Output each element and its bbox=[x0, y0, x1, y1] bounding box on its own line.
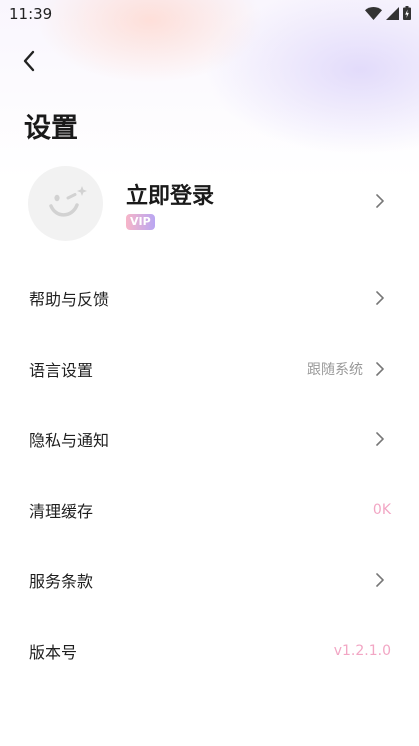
status-icons bbox=[365, 6, 411, 20]
menu-item-privacy-notifications[interactable]: 隐私与通知 bbox=[0, 404, 419, 474]
login-profile-row[interactable]: 立即登录 VIP bbox=[0, 162, 419, 246]
menu-item-label: 清理缓存 bbox=[29, 502, 94, 521]
vip-badge: VIP bbox=[126, 214, 155, 230]
menu-item-help-feedback[interactable]: 帮助与反馈 bbox=[0, 263, 419, 333]
menu-item-language[interactable]: 语言设置 跟随系统 bbox=[0, 334, 419, 404]
avatar bbox=[28, 166, 103, 241]
menu-item-terms-of-service[interactable]: 服务条款 bbox=[0, 545, 419, 615]
menu-item-label: 语言设置 bbox=[29, 361, 94, 380]
language-value: 跟随系统 bbox=[307, 362, 363, 378]
cache-size-value: 0K bbox=[372, 502, 391, 518]
chevron-right-icon bbox=[376, 362, 384, 376]
menu-item-label: 服务条款 bbox=[29, 572, 94, 591]
status-bar: 11:39 bbox=[0, 0, 419, 30]
chevron-right-icon bbox=[376, 194, 384, 208]
menu-item-label: 帮助与反馈 bbox=[29, 290, 110, 309]
menu-item-label: 版本号 bbox=[29, 643, 78, 662]
wifi-icon bbox=[365, 6, 382, 20]
menu-item-version: 版本号 v1.2.1.0 bbox=[0, 616, 419, 686]
chevron-right-icon bbox=[376, 432, 384, 446]
version-value: v1.2.1.0 bbox=[333, 643, 391, 659]
menu-item-label: 隐私与通知 bbox=[29, 431, 110, 450]
battery-icon bbox=[403, 6, 411, 20]
chevron-right-icon bbox=[376, 291, 384, 305]
back-button[interactable] bbox=[14, 46, 44, 76]
status-time: 11:39 bbox=[9, 5, 53, 23]
login-label: 立即登录 bbox=[126, 184, 215, 209]
wink-face-icon bbox=[48, 185, 87, 217]
menu-item-clear-cache[interactable]: 清理缓存 0K bbox=[0, 475, 419, 545]
chevron-right-icon bbox=[376, 573, 384, 587]
page-title: 设置 bbox=[24, 113, 78, 144]
signal-icon bbox=[386, 6, 399, 20]
chevron-left-icon bbox=[23, 50, 35, 72]
